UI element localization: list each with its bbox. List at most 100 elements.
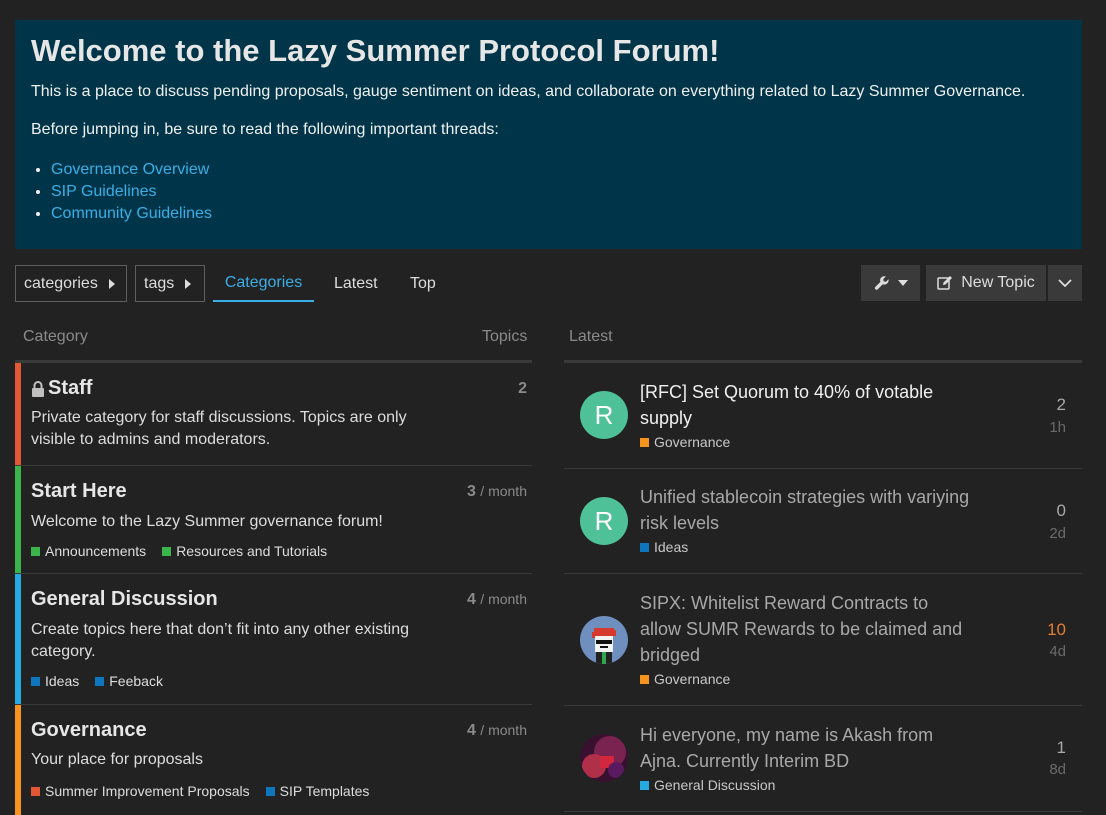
category-row-start-here[interactable]: Start Here Welcome to the Lazy Summer go…: [15, 466, 532, 574]
tags-dropdown[interactable]: tags: [135, 265, 205, 302]
caret-right-icon: [108, 278, 115, 289]
category-topic-count: 3 / month: [467, 483, 527, 501]
subcategory-feeback[interactable]: Feeback: [95, 673, 163, 689]
subcategory-ideas[interactable]: Ideas: [31, 673, 79, 689]
topic-count-period: / month: [480, 483, 527, 499]
category-row-staff[interactable]: Staff Private category for staff discuss…: [15, 363, 532, 466]
category-row-governance[interactable]: Governance Your place for proposals 4 / …: [15, 705, 532, 815]
topic-count-period: / month: [480, 591, 527, 607]
topic-count-number: 3: [466, 483, 476, 500]
topic-title[interactable]: Unified stablecoin strategies with variy…: [640, 484, 970, 536]
topic-age[interactable]: 2d: [1049, 525, 1066, 542]
categories-dropdown[interactable]: categories: [15, 265, 127, 302]
subcategory-label: Feeback: [109, 673, 163, 689]
latest-topic-row[interactable]: SIPX: Whitelist Reward Contracts to allo…: [564, 574, 1082, 706]
subcategory-announcements[interactable]: Announcements: [31, 543, 146, 559]
topic-category-badge[interactable]: Ideas: [640, 539, 688, 555]
topic-title[interactable]: SIPX: Whitelist Reward Contracts to allo…: [640, 590, 970, 668]
banner-link-item[interactable]: SIP Guidelines: [51, 181, 1066, 203]
topic-title[interactable]: [RFC] Set Quorum to 40% of votable suppl…: [640, 379, 970, 431]
latest-topic-row[interactable]: R [RFC] Set Quorum to 40% of votable sup…: [564, 363, 1082, 469]
banner-link-item[interactable]: Community Guidelines: [51, 203, 1066, 225]
reply-count: 0: [1056, 501, 1066, 520]
topic-category-badge[interactable]: Governance: [640, 671, 730, 687]
avatar[interactable]: [580, 734, 628, 782]
category-description: Private category for staff discussions. …: [31, 409, 407, 448]
subcategory-label: Ideas: [45, 673, 80, 689]
welcome-banner: Welcome to the Lazy Summer Protocol Foru…: [15, 20, 1082, 249]
link-sip-guidelines[interactable]: SIP Guidelines: [51, 183, 157, 200]
latest-topic-row[interactable]: R Unified stablecoin strategies with var…: [564, 469, 1082, 574]
topic-title[interactable]: Hi everyone, my name is Akash from Ajna.…: [640, 722, 970, 774]
latest-column-header: Latest: [569, 328, 613, 345]
avatar-image: [580, 734, 628, 782]
caret-right-icon: [185, 278, 192, 289]
subcategory-resources[interactable]: Resources and Tutorials: [162, 543, 327, 559]
topic-category-label: Governance: [654, 671, 731, 687]
topic-age[interactable]: 8d: [1049, 761, 1066, 778]
category-name[interactable]: General Discussion: [31, 588, 218, 611]
topic-category-badge[interactable]: Governance: [640, 434, 730, 450]
category-description: Your place for proposals: [31, 751, 203, 768]
category-name[interactable]: Governance: [31, 719, 147, 742]
category-badge-square: [95, 676, 105, 686]
tab-latest[interactable]: Latest: [334, 265, 378, 302]
wrench-icon: [874, 276, 889, 290]
subcategory-sip-templates[interactable]: SIP Templates: [265, 783, 370, 799]
category-color-bar: [15, 363, 21, 465]
tags-dropdown-label: tags: [144, 274, 175, 292]
banner-link-item[interactable]: Governance Overview: [51, 159, 1066, 181]
link-community-guidelines[interactable]: Community Guidelines: [51, 205, 212, 222]
new-topic-button[interactable]: New Topic: [926, 265, 1046, 301]
link-governance-overview[interactable]: Governance Overview: [51, 161, 209, 178]
category-badge-square: [640, 437, 649, 447]
avatar[interactable]: R: [580, 497, 628, 545]
banner-intro: This is a place to discuss pending propo…: [31, 83, 1026, 100]
topic-count-period: / month: [480, 722, 527, 738]
subcategory-label: Summer Improvement Proposals: [45, 783, 250, 799]
topic-category-label: General Discussion: [654, 777, 776, 793]
category-badge-square: [640, 674, 649, 684]
category-column-header: Category: [23, 328, 88, 345]
subcategory-label: Announcements: [45, 543, 147, 559]
admin-wrench-button[interactable]: [861, 265, 920, 301]
caret-down-icon: [897, 280, 908, 286]
category-badge-square: [162, 546, 172, 556]
category-badge-square: [31, 546, 40, 556]
new-topic-options-button[interactable]: [1048, 265, 1082, 301]
topic-age[interactable]: 1h: [1049, 419, 1066, 436]
category-topic-count: 4 / month: [467, 591, 527, 609]
category-description: Welcome to the Lazy Summer governance fo…: [31, 513, 383, 530]
category-name-text: Staff: [48, 377, 93, 399]
category-name[interactable]: Staff: [31, 377, 92, 400]
latest-topic-row[interactable]: Hi everyone, my name is Akash from Ajna.…: [564, 706, 1082, 812]
topic-count-number: 4: [466, 591, 476, 608]
subcategory-list: Summer Improvement Proposals SIP Templat…: [31, 783, 385, 799]
reply-count: 2: [1056, 395, 1066, 414]
topics-column-header: Topics: [482, 328, 528, 345]
subcategory-label: SIP Templates: [279, 783, 370, 799]
topic-count-number: 2: [518, 380, 527, 397]
category-badge-square: [31, 676, 40, 686]
category-topic-count: 4 / month: [467, 722, 527, 740]
subcategory-list: Announcements Resources and Tutorials: [31, 543, 343, 559]
category-name[interactable]: Start Here: [31, 480, 127, 503]
tab-top[interactable]: Top: [410, 265, 436, 302]
lock-icon: [32, 380, 44, 397]
category-row-general-discussion[interactable]: General Discussion Create topics here th…: [15, 574, 532, 705]
subcategory-sips[interactable]: Summer Improvement Proposals: [31, 783, 250, 799]
category-badge-square: [265, 786, 275, 796]
topic-category-badge[interactable]: General Discussion: [640, 777, 775, 793]
tab-categories[interactable]: Categories: [213, 265, 314, 302]
new-topic-label: New Topic: [961, 274, 1035, 291]
topic-count-number: 4: [466, 722, 476, 739]
category-color-bar: [15, 574, 21, 704]
avatar[interactable]: [580, 616, 628, 664]
category-description: Create topics here that don’t fit into a…: [31, 621, 409, 660]
tab-latest-label: Latest: [334, 274, 378, 292]
category-badge-square: [640, 542, 649, 552]
tab-top-label: Top: [410, 274, 436, 292]
topic-age[interactable]: 4d: [1049, 643, 1066, 660]
avatar[interactable]: R: [580, 391, 628, 439]
subcategory-list: Ideas Feeback: [31, 673, 179, 689]
